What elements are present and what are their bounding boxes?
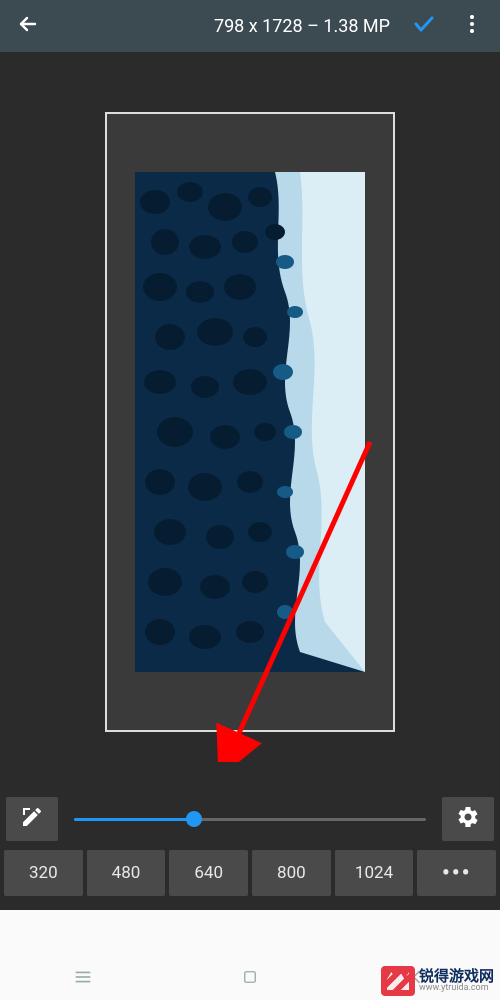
crop-frame[interactable] bbox=[105, 112, 395, 732]
image-preview bbox=[135, 172, 365, 672]
arrow-left-icon bbox=[16, 12, 40, 40]
pencil-box-icon bbox=[20, 805, 44, 833]
square-icon bbox=[241, 968, 259, 990]
watermark-name: 锐得游戏网 bbox=[419, 969, 494, 984]
slider-track bbox=[74, 818, 426, 821]
check-icon bbox=[412, 12, 436, 40]
more-vert-icon bbox=[460, 12, 484, 40]
canvas-area bbox=[0, 52, 500, 792]
back-button[interactable] bbox=[8, 6, 48, 46]
watermark: 锐得游戏网 www.ytruida.com bbox=[381, 966, 494, 996]
preset-640-button[interactable]: 640 bbox=[169, 850, 248, 896]
preset-800-button[interactable]: 800 bbox=[252, 850, 331, 896]
menu-lines-icon bbox=[72, 966, 94, 992]
overflow-menu-button[interactable] bbox=[452, 6, 492, 46]
preset-1024-button[interactable]: 1024 bbox=[335, 850, 414, 896]
app-bar: 798 x 1728 – 1.38 MP bbox=[0, 0, 500, 52]
preset-480-button[interactable]: 480 bbox=[87, 850, 166, 896]
image-dimensions-title: 798 x 1728 – 1.38 MP bbox=[56, 16, 396, 37]
settings-button[interactable] bbox=[442, 797, 494, 841]
nav-home-button[interactable] bbox=[236, 965, 264, 993]
preset-320-button[interactable]: 320 bbox=[4, 850, 83, 896]
resize-slider[interactable] bbox=[64, 797, 436, 841]
slider-fill bbox=[74, 818, 194, 821]
preset-row: 320 480 640 800 1024 ••• bbox=[0, 846, 500, 910]
slider-row bbox=[0, 792, 500, 846]
watermark-logo-icon bbox=[381, 966, 415, 996]
preset-more-button[interactable]: ••• bbox=[417, 850, 496, 896]
gear-icon bbox=[456, 805, 480, 833]
edit-button[interactable] bbox=[6, 797, 58, 841]
nav-recent-button[interactable] bbox=[69, 965, 97, 993]
watermark-url: www.ytruida.com bbox=[419, 984, 494, 993]
confirm-button[interactable] bbox=[404, 6, 444, 46]
slider-thumb[interactable] bbox=[186, 811, 202, 827]
